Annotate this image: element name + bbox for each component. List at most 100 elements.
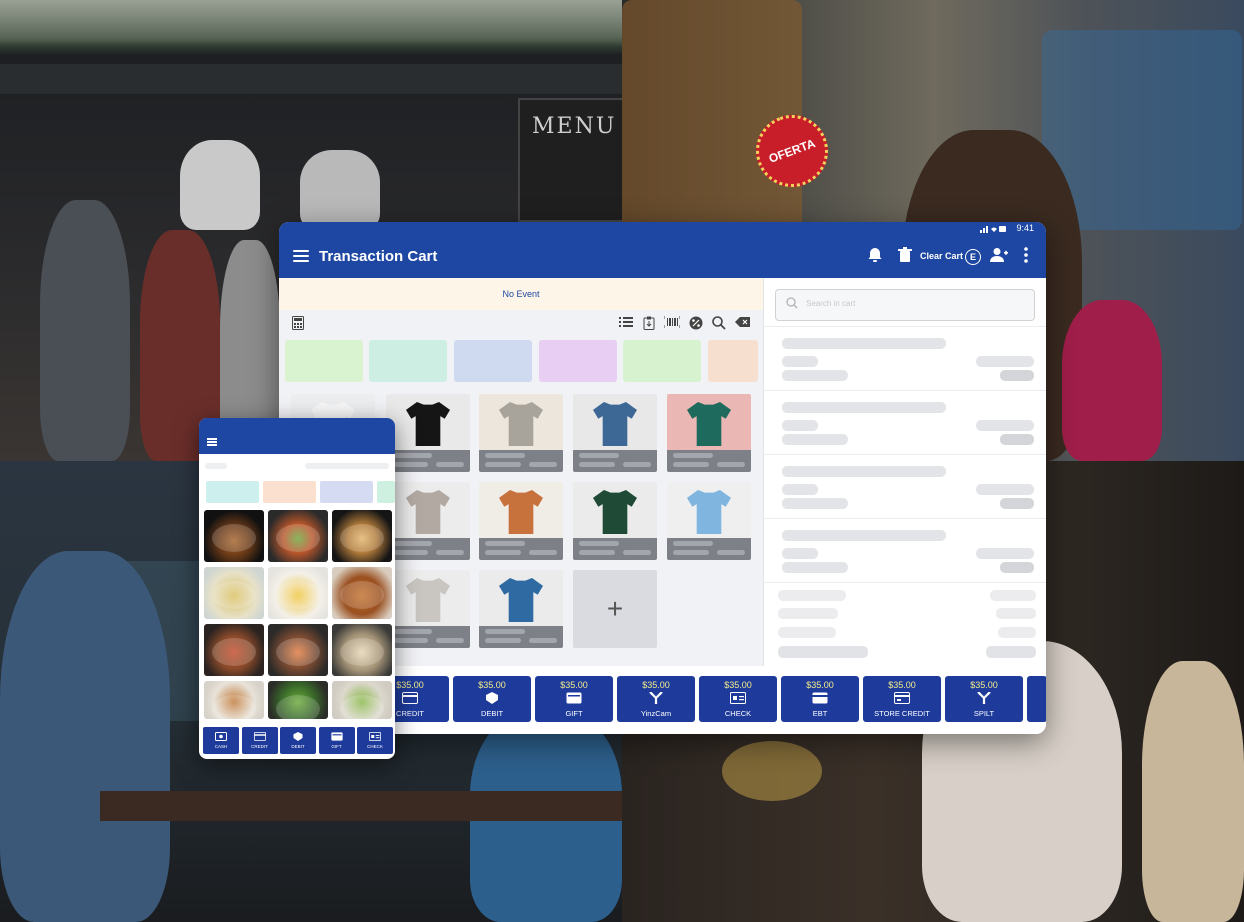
shopper-jacket bbox=[1062, 300, 1162, 461]
product-tile[interactable] bbox=[386, 394, 470, 472]
product-tile[interactable] bbox=[479, 482, 563, 560]
yinzcam-icon bbox=[648, 691, 664, 704]
food-tile[interactable] bbox=[204, 567, 264, 619]
menu-icon[interactable] bbox=[293, 250, 309, 262]
cart-search-input[interactable]: Search in cart bbox=[775, 289, 1035, 321]
category-chip[interactable] bbox=[539, 340, 617, 382]
product-tile[interactable] bbox=[573, 482, 657, 560]
debit-payment-button[interactable]: DEBIT bbox=[280, 727, 316, 754]
food-tile[interactable] bbox=[204, 624, 264, 676]
payment-label: CHECK bbox=[367, 744, 383, 749]
clear-cart-button[interactable]: Clear Cart bbox=[920, 251, 963, 261]
product-tile[interactable] bbox=[667, 394, 751, 472]
gift-card-icon bbox=[566, 692, 582, 704]
add-product-button[interactable]: + bbox=[573, 570, 657, 648]
food-tile[interactable] bbox=[268, 567, 328, 619]
store-credit-icon bbox=[894, 692, 910, 704]
ebt-payment-button[interactable]: $35.00 EBT bbox=[781, 676, 859, 722]
search-placeholder: Search in cart bbox=[806, 299, 856, 308]
vendor-figure bbox=[300, 150, 380, 230]
payment-amount: $35.00 bbox=[724, 680, 752, 690]
product-tile[interactable] bbox=[386, 482, 470, 560]
credit-payment-button[interactable]: CREDIT bbox=[241, 727, 278, 754]
category-chip[interactable] bbox=[377, 481, 395, 503]
cash-payment-button[interactable]: CASH bbox=[203, 727, 239, 754]
category-chip[interactable] bbox=[263, 481, 316, 503]
employee-badge[interactable]: E bbox=[965, 249, 981, 265]
payment-label: CREDIT bbox=[251, 744, 268, 749]
bell-icon[interactable] bbox=[866, 247, 884, 265]
store-credit-payment-button[interactable]: $35.00 STORE CREDIT bbox=[863, 676, 941, 722]
add-customer-icon[interactable] bbox=[990, 247, 1008, 265]
more-payment-button[interactable] bbox=[1027, 676, 1046, 722]
customer-figure bbox=[0, 551, 170, 922]
app-bar: Transaction Cart Clear Cart E bbox=[279, 236, 1046, 278]
barcode-icon[interactable] bbox=[663, 316, 681, 332]
product-tile[interactable] bbox=[479, 394, 563, 472]
food-tile[interactable] bbox=[268, 624, 328, 676]
food-tile[interactable] bbox=[204, 510, 264, 562]
menu-board: MENU bbox=[518, 98, 622, 222]
payment-label: EBT bbox=[812, 709, 828, 718]
payment-amount: $35.00 bbox=[642, 680, 670, 690]
skeleton-line bbox=[205, 463, 227, 469]
gift-payment-button[interactable]: $35.00 GIFT bbox=[535, 676, 613, 722]
list-view-icon[interactable] bbox=[618, 316, 634, 332]
check-payment-button[interactable]: CHECK bbox=[357, 727, 393, 754]
backspace-icon[interactable] bbox=[735, 316, 751, 332]
spilt-payment-button[interactable]: $35.00 SPILT bbox=[945, 676, 1023, 722]
payment-amount: $35.00 bbox=[970, 680, 998, 690]
category-chip[interactable] bbox=[708, 340, 758, 382]
customer-figure bbox=[40, 200, 130, 461]
status-time: 9:41 bbox=[1016, 223, 1034, 233]
category-chip[interactable] bbox=[320, 481, 373, 503]
status-bar: 9:41 bbox=[279, 222, 1046, 236]
credit-icon bbox=[402, 692, 418, 704]
food-tile[interactable] bbox=[332, 681, 392, 719]
debit-icon bbox=[484, 692, 500, 704]
counter bbox=[100, 791, 622, 821]
page-title: Transaction Cart bbox=[319, 248, 438, 265]
calculator-icon[interactable] bbox=[290, 316, 306, 332]
trash-icon[interactable] bbox=[896, 247, 914, 265]
payment-label: DEBIT bbox=[291, 744, 305, 749]
phone-app-bar bbox=[199, 418, 395, 454]
food-tile[interactable] bbox=[332, 510, 392, 562]
debit-payment-button[interactable]: $35.00 DEBIT bbox=[453, 676, 531, 722]
food-tile[interactable] bbox=[268, 681, 328, 719]
discount-icon[interactable] bbox=[688, 316, 704, 332]
category-chip[interactable] bbox=[623, 340, 701, 382]
credit-icon bbox=[253, 732, 266, 741]
skeleton-line bbox=[305, 463, 389, 469]
food-tile[interactable] bbox=[332, 567, 392, 619]
category-chip[interactable] bbox=[454, 340, 532, 382]
payment-label: CASH bbox=[214, 744, 228, 749]
product-tile[interactable] bbox=[479, 570, 563, 648]
product-tile[interactable] bbox=[573, 394, 657, 472]
payment-label: SPILT bbox=[973, 709, 995, 718]
category-chip[interactable] bbox=[285, 340, 363, 382]
phone-pos: CASH CREDIT DEBIT GIFT CHECK bbox=[199, 418, 395, 759]
payment-amount: $35.00 bbox=[560, 680, 588, 690]
search-icon[interactable] bbox=[711, 316, 727, 332]
food-tile[interactable] bbox=[268, 510, 328, 562]
payment-amount: $35.00 bbox=[478, 680, 506, 690]
category-chip[interactable] bbox=[206, 481, 259, 503]
payment-label: GIFT bbox=[331, 744, 342, 749]
more-options-icon[interactable] bbox=[1017, 247, 1035, 265]
product-tile[interactable] bbox=[386, 570, 470, 648]
clothes-rack bbox=[1142, 661, 1244, 922]
clipboard-icon[interactable] bbox=[641, 316, 657, 332]
food-tile[interactable] bbox=[204, 681, 264, 719]
event-selector[interactable]: No Event bbox=[279, 278, 763, 310]
menu-icon[interactable] bbox=[207, 438, 217, 447]
gift-payment-button[interactable]: GIFT bbox=[318, 727, 355, 754]
yinzcam-payment-button[interactable]: $35.00 YinzCam bbox=[617, 676, 695, 722]
product-tile[interactable] bbox=[667, 482, 751, 560]
payment-amount: $35.00 bbox=[888, 680, 916, 690]
food-tile[interactable] bbox=[332, 624, 392, 676]
category-chip[interactable] bbox=[369, 340, 447, 382]
check-payment-button[interactable]: $35.00 CHECK bbox=[699, 676, 777, 722]
check-icon bbox=[730, 692, 746, 704]
cart-pane: Search in cart bbox=[763, 278, 1046, 666]
